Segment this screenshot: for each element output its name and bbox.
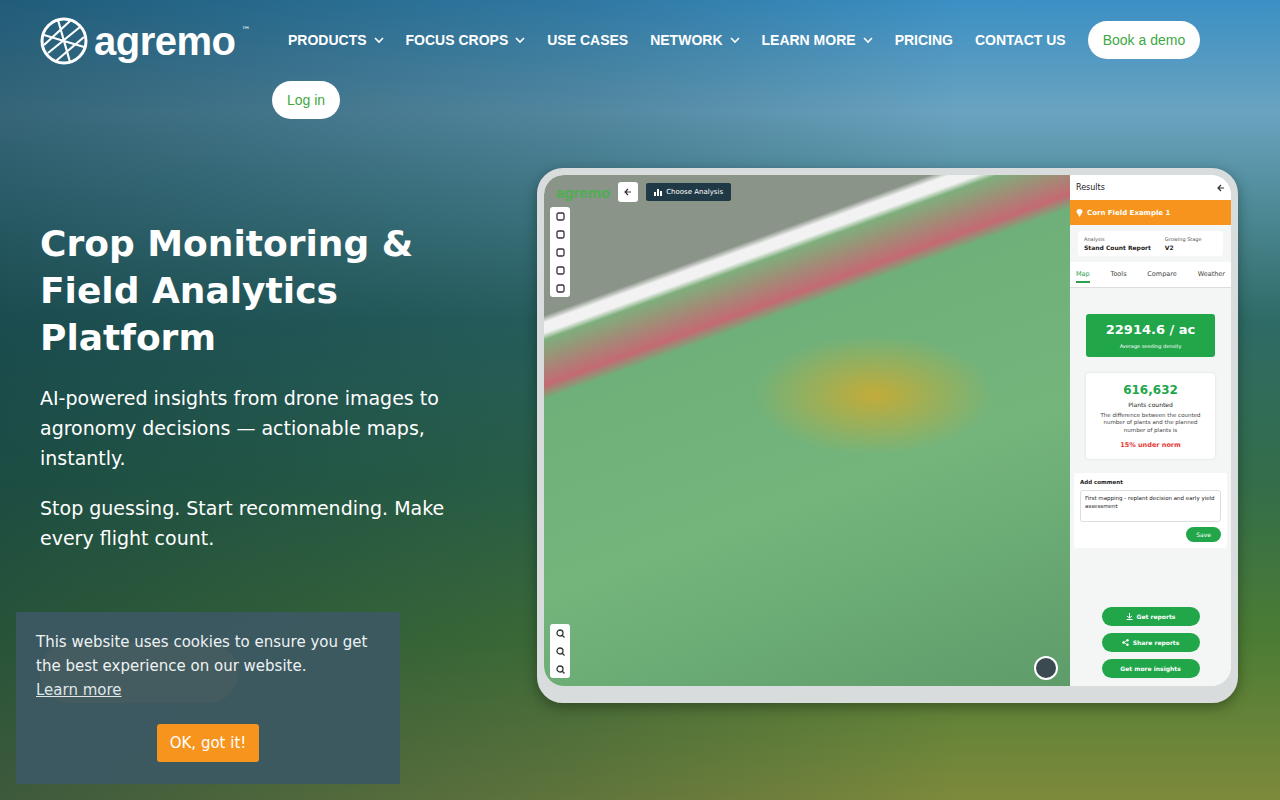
count-card: 616,632Plants countedThe difference betw… <box>1086 373 1215 459</box>
logo-text: agremo <box>94 19 236 64</box>
nav-item[interactable]: FOCUS CROPS <box>406 32 526 48</box>
comment-box: Add commentFirst mapping - replant decis… <box>1074 473 1227 548</box>
nav-item[interactable]: NETWORK <box>650 32 739 48</box>
learn-more-link[interactable]: Learn more <box>36 678 122 702</box>
results-tabs: Map Tools Compare Weather <box>1070 262 1231 288</box>
tool-icon <box>556 248 565 257</box>
action-button[interactable]: Share reports <box>1102 633 1200 652</box>
globe-icon <box>40 17 88 65</box>
zoom-button[interactable] <box>550 624 570 642</box>
meta-item: Growing StageV2 <box>1165 236 1202 251</box>
back-button[interactable] <box>618 182 638 202</box>
nav-bar: PRODUCTS FOCUS CROPS USE CASES NETWORK LEARN… <box>272 21 1200 59</box>
hero-tagline: Stop guessing. Start recommending. Make … <box>40 493 500 553</box>
save-button[interactable]: Save <box>1186 527 1221 542</box>
nav-item[interactable]: USE CASES <box>547 32 628 48</box>
tool-button[interactable] <box>550 279 570 297</box>
meta-item: AnalysisStand Count Report <box>1084 236 1151 251</box>
cookie-banner: This website uses cookies to ensure you … <box>16 612 400 784</box>
choose-analysis-button[interactable]: Choose Analysis <box>646 183 731 201</box>
arrow-left-icon[interactable] <box>1217 184 1225 192</box>
magnifier-icon <box>556 647 565 656</box>
zoom-toolbar <box>550 624 570 678</box>
arrow-left-icon <box>624 188 632 196</box>
action-button[interactable]: Get reports <box>1102 607 1200 626</box>
nav-item[interactable]: LEARN MORE <box>762 32 873 48</box>
chevron-down-icon <box>515 37 525 44</box>
tool-button[interactable] <box>550 225 570 243</box>
tool-icon <box>556 230 565 239</box>
tab[interactable]: Tools <box>1111 270 1127 283</box>
nav-item[interactable]: PRICING <box>895 32 953 48</box>
login-button[interactable]: Log in <box>272 81 340 119</box>
landing-page: agremo ™ PRODUCTS FOCUS CROPS USE CASES NETWO… <box>0 0 1280 800</box>
results-panel: Results Corn Field Example 1 AnalysisStan… <box>1070 175 1231 686</box>
accept-cookies-button[interactable]: OK, got it! <box>157 724 260 762</box>
comment-input[interactable]: First mapping - replant decision and ear… <box>1080 490 1221 522</box>
hero-subtitle: AI-powered insights from drone images to… <box>40 383 500 473</box>
nav-item[interactable]: PRODUCTS <box>288 32 384 48</box>
pin-icon <box>1076 208 1083 217</box>
site-header: agremo ™ PRODUCTS FOCUS CROPS USE CASES NETWO… <box>0 0 1280 119</box>
trademark: ™ <box>242 25 251 35</box>
navigation: PRODUCTS FOCUS CROPS USE CASES NETWORK LEARN… <box>272 21 1200 119</box>
share-icon <box>1122 639 1129 646</box>
map-toolbar <box>550 207 570 297</box>
magnifier-icon <box>556 665 565 674</box>
tab[interactable]: Compare <box>1147 270 1177 283</box>
field-map[interactable]: agremo Choose Analysis <box>544 175 1070 686</box>
density-card: 22914.6 / acAverage seeding density <box>1086 314 1215 357</box>
tool-icon <box>556 284 565 293</box>
tool-button[interactable] <box>550 243 570 261</box>
chevron-down-icon <box>374 37 384 44</box>
tool-icon <box>556 212 565 221</box>
user-avatar[interactable] <box>1034 656 1058 680</box>
logo[interactable]: agremo ™ <box>40 13 272 69</box>
chevron-down-icon <box>730 37 740 44</box>
action-button[interactable]: Get more insights <box>1102 659 1200 678</box>
cookie-text: This website uses cookies to ensure you … <box>36 630 380 678</box>
tool-icon <box>556 266 565 275</box>
download-icon <box>1126 613 1133 620</box>
hero-title: Crop Monitoring & Field Analytics Platfo… <box>40 220 500 361</box>
analysis-meta: AnalysisStand Count Report Growing StageV… <box>1078 231 1223 256</box>
zoom-button[interactable] <box>550 660 570 678</box>
tool-button[interactable] <box>550 207 570 225</box>
magnifier-icon <box>556 629 565 638</box>
tab[interactable]: Map <box>1076 270 1090 283</box>
chevron-down-icon <box>863 37 873 44</box>
field-name: Corn Field Example 1 <box>1070 200 1231 225</box>
chart-icon <box>654 188 662 196</box>
tablet-mockup: agremo Choose AnalysisResults Corn Field… <box>537 168 1238 703</box>
app-screen: agremo Choose AnalysisResults Corn Field… <box>544 175 1231 686</box>
tab[interactable]: Weather <box>1198 270 1225 283</box>
zoom-button[interactable] <box>550 642 570 660</box>
results-title: Results <box>1076 183 1105 192</box>
tool-button[interactable] <box>550 261 570 279</box>
book-demo-button[interactable]: Book a demo <box>1088 21 1201 59</box>
nav-item[interactable]: CONTACT US <box>975 32 1066 48</box>
app-logo: agremo <box>556 184 610 201</box>
